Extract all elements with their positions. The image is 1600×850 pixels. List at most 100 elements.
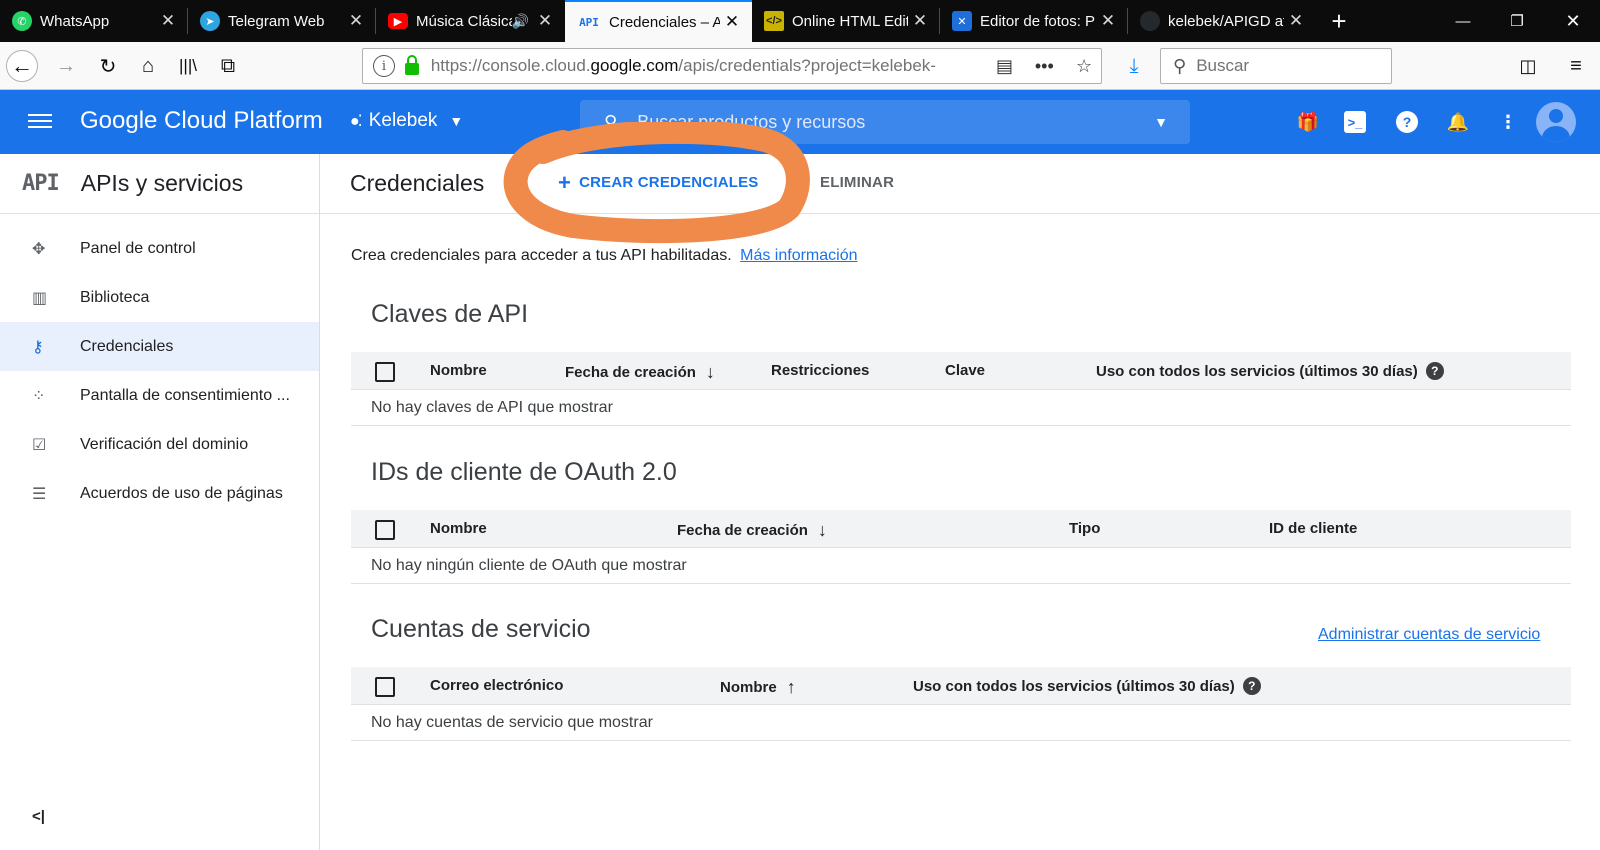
project-selector[interactable]: ●⁚ Kelebek ▼ bbox=[350, 110, 463, 132]
column-header[interactable]: Restricciones bbox=[771, 362, 869, 379]
home-icon[interactable]: ⌂ bbox=[132, 50, 164, 82]
tab-html-editor[interactable]: </> Online HTML Edit ✕ bbox=[752, 0, 940, 42]
tab-photo-editor[interactable]: ✕ Editor de fotos: P ✕ bbox=[940, 0, 1128, 42]
tab-musica[interactable]: ▶ Música Clásica 🔊 ✕ bbox=[376, 0, 565, 42]
navigation-menu-icon[interactable] bbox=[28, 110, 52, 134]
api-keys-table-header: Nombre Fecha de creación ↓ Restricciones… bbox=[351, 352, 1571, 390]
select-all-checkbox[interactable] bbox=[375, 677, 395, 697]
domain-check-icon: ☑ bbox=[32, 436, 47, 454]
site-info-icon[interactable]: i bbox=[373, 55, 395, 77]
gift-icon[interactable]: 🎁 bbox=[1294, 108, 1322, 136]
sidebar-item-biblioteca[interactable]: ▥ Biblioteca bbox=[0, 273, 319, 322]
close-icon[interactable]: ✕ bbox=[533, 11, 557, 31]
sidebar-item-dominio[interactable]: ☑ Verificación del dominio bbox=[0, 420, 319, 469]
sidebar-item-label: Credenciales bbox=[80, 337, 174, 355]
close-icon[interactable]: ✕ bbox=[1096, 11, 1120, 31]
close-icon[interactable]: ✕ bbox=[156, 11, 180, 31]
oauth-title: IDs de cliente de OAuth 2.0 bbox=[371, 458, 677, 486]
lock-icon bbox=[404, 55, 419, 75]
api-logo: API bbox=[22, 171, 60, 196]
oauth-table-header: Nombre Fecha de creación ↓ Tipo ID de cl… bbox=[351, 510, 1571, 548]
sidebar-item-credenciales[interactable]: ⚷ Credenciales bbox=[0, 322, 319, 371]
column-header[interactable]: Tipo bbox=[1069, 520, 1100, 537]
select-all-checkbox[interactable] bbox=[375, 520, 395, 540]
create-credentials-button[interactable]: + CREAR CREDENCIALES bbox=[558, 171, 759, 193]
tab-credenciales[interactable]: API Credenciales – AP ✕ bbox=[565, 0, 752, 42]
cloud-shell-icon[interactable]: >_ bbox=[1344, 111, 1366, 133]
gcp-logo[interactable]: Google Cloud Platform bbox=[80, 107, 323, 135]
more-vert-icon[interactable]: ⋮ bbox=[1494, 108, 1522, 136]
synced-tabs-icon[interactable]: ⧉ bbox=[212, 50, 244, 82]
speaker-icon[interactable]: 🔊 bbox=[512, 13, 529, 30]
restore-icon[interactable]: ❐ bbox=[1494, 0, 1540, 42]
close-icon[interactable]: ✕ bbox=[908, 11, 932, 31]
sidebar-item-consentimiento[interactable]: ⁘ Pantalla de consentimiento ... bbox=[0, 371, 319, 420]
hamburger-menu-icon[interactable]: ≡ bbox=[1560, 50, 1592, 82]
delete-button[interactable]: ELIMINAR bbox=[820, 174, 894, 191]
address-bar[interactable]: i https://console.cloud.google.com/apis/… bbox=[362, 48, 1102, 84]
api-icon: API bbox=[579, 15, 599, 29]
close-icon[interactable]: ✕ bbox=[1284, 11, 1308, 31]
url-text[interactable]: https://console.cloud.google.com/apis/cr… bbox=[431, 56, 988, 76]
search-icon: ⚲ bbox=[604, 111, 618, 132]
notifications-bell-icon[interactable]: 🔔 bbox=[1444, 108, 1472, 136]
column-header[interactable]: Correo electrónico bbox=[430, 677, 563, 694]
project-dots-icon: ●⁚ bbox=[350, 113, 363, 130]
column-header-sortable[interactable]: Fecha de creación ↓ bbox=[565, 362, 715, 383]
sidebar-toggle-icon[interactable]: ◫ bbox=[1512, 50, 1544, 82]
sidebar-item-label: Acuerdos de uso de páginas bbox=[80, 484, 283, 502]
new-tab-button[interactable]: + bbox=[1316, 0, 1362, 42]
create-credentials-label: CREAR CREDENCIALES bbox=[579, 174, 759, 191]
sidebar-item-panel[interactable]: ✥ Panel de control bbox=[0, 224, 319, 273]
gcp-search-box[interactable]: ⚲ Buscar productos y recursos ▼ bbox=[580, 100, 1190, 144]
tab-github[interactable]: kelebek/APIGD at ✕ bbox=[1128, 0, 1316, 42]
help-icon[interactable]: ? bbox=[1425, 362, 1444, 380]
bookmark-star-icon[interactable]: ☆ bbox=[1067, 56, 1101, 77]
page-actions-icon[interactable]: ••• bbox=[1021, 56, 1067, 77]
avatar[interactable] bbox=[1536, 102, 1576, 142]
arrow-down-icon: ↓ bbox=[705, 362, 715, 382]
arrow-down-icon: ↓ bbox=[817, 520, 827, 540]
column-header-sortable[interactable]: Fecha de creación ↓ bbox=[677, 520, 827, 541]
help-icon[interactable]: ? bbox=[1242, 677, 1261, 695]
tab-title: Música Clásica bbox=[416, 12, 512, 30]
sidebar-title: APIs y servicios bbox=[80, 170, 244, 196]
column-header[interactable]: ID de cliente bbox=[1269, 520, 1357, 537]
empty-message: No hay cuentas de servicio que mostrar bbox=[351, 705, 1571, 741]
downloads-icon[interactable]: ⤓ bbox=[1118, 50, 1150, 82]
back-arrow-icon[interactable]: ← bbox=[6, 50, 38, 82]
key-icon: ⚷ bbox=[32, 338, 44, 356]
sidebar-item-acuerdos[interactable]: ☰ Acuerdos de uso de páginas bbox=[0, 469, 319, 518]
column-label: Uso con todos los servicios (últimos 30 … bbox=[1096, 362, 1418, 380]
close-icon[interactable]: ✕ bbox=[344, 11, 368, 31]
sidebar-item-label: Biblioteca bbox=[80, 288, 150, 306]
service-accounts-title: Cuentas de servicio bbox=[371, 615, 591, 643]
manage-service-accounts-link[interactable]: Administrar cuentas de servicio bbox=[1318, 626, 1540, 644]
column-header[interactable]: Nombre bbox=[430, 362, 487, 379]
help-icon[interactable]: ? bbox=[1396, 111, 1418, 133]
close-icon[interactable]: ✕ bbox=[720, 12, 744, 32]
tab-title: WhatsApp bbox=[40, 12, 110, 30]
more-info-link[interactable]: Más información bbox=[740, 247, 857, 264]
select-all-checkbox[interactable] bbox=[375, 362, 395, 382]
sidebar-item-label: Pantalla de consentimiento ... bbox=[80, 386, 290, 404]
tab-telegram[interactable]: ➤ Telegram Web ✕ bbox=[188, 0, 376, 42]
close-window-icon[interactable]: ✕ bbox=[1550, 0, 1596, 42]
reload-icon[interactable]: ↻ bbox=[92, 50, 124, 82]
column-header[interactable]: Uso con todos los servicios (últimos 30 … bbox=[913, 677, 1261, 695]
column-header[interactable]: Clave bbox=[945, 362, 985, 379]
forward-arrow-icon[interactable]: → bbox=[50, 50, 82, 82]
intro-text: Crea credenciales para acceder a tus API… bbox=[351, 247, 858, 265]
tab-whatsapp[interactable]: ✆ WhatsApp ✕ bbox=[0, 0, 188, 42]
collapse-sidebar-icon[interactable]: <| bbox=[32, 808, 45, 825]
column-header[interactable]: Nombre bbox=[430, 520, 487, 537]
library-icon[interactable]: |||\ bbox=[172, 50, 204, 82]
search-bar[interactable]: ⚲ Buscar bbox=[1160, 48, 1392, 84]
caret-down-icon[interactable]: ▼ bbox=[1154, 114, 1168, 130]
url-suffix: /apis/credentials?project=kelebek- bbox=[678, 56, 936, 75]
column-header[interactable]: Uso con todos los servicios (últimos 30 … bbox=[1096, 362, 1444, 380]
reader-view-icon[interactable]: ▤ bbox=[988, 56, 1022, 77]
minimize-icon[interactable]: — bbox=[1440, 0, 1486, 42]
column-header-sortable[interactable]: Nombre ↑ bbox=[720, 677, 796, 698]
photo-editor-icon: ✕ bbox=[952, 11, 972, 31]
